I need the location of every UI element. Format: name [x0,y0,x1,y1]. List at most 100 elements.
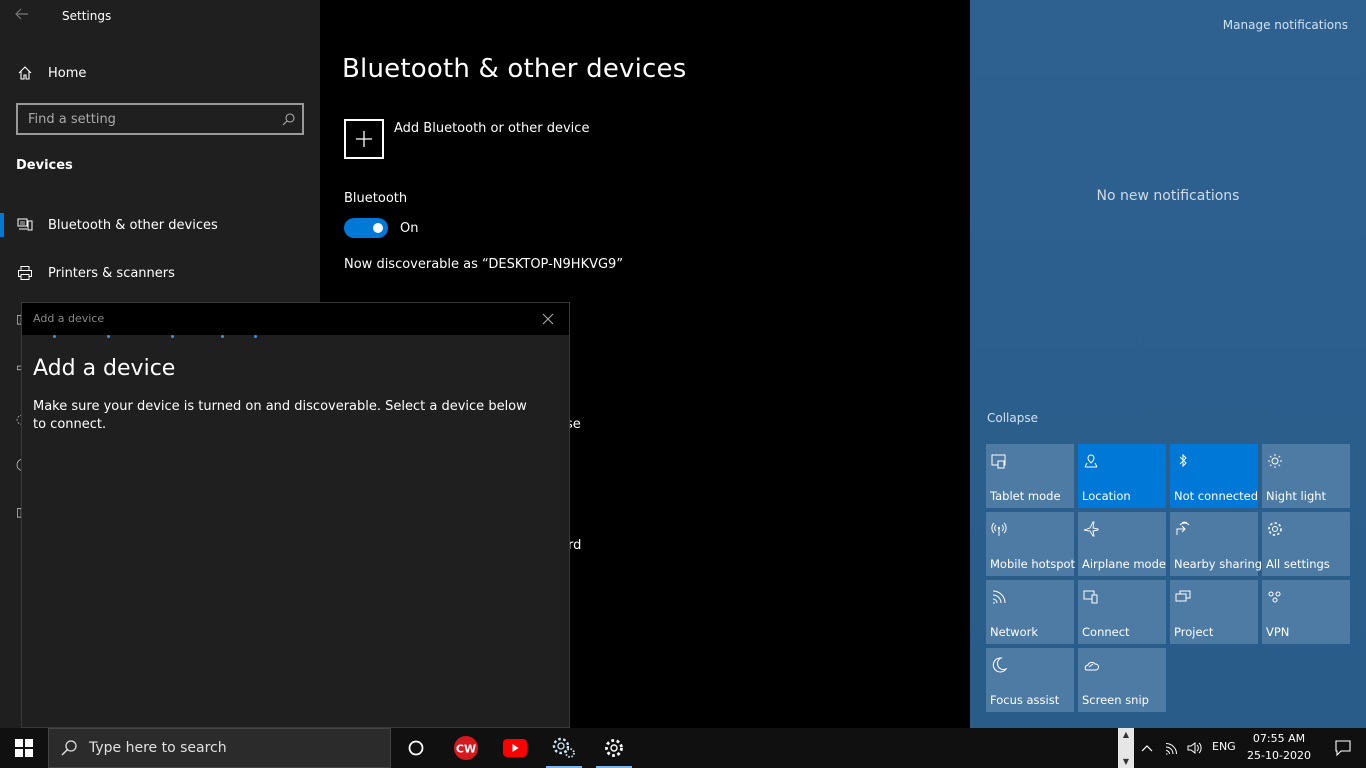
tile-connect[interactable]: Connect [1078,580,1166,644]
chevron-up-icon[interactable]: ▲ [1123,730,1129,739]
bluetooth-icon [1174,452,1192,470]
manage-notifications-link[interactable]: Manage notifications [1223,18,1348,32]
tile-focus-assist[interactable]: Focus assist [986,648,1074,712]
tile-label: Location [1082,489,1131,503]
tile-label: Nearby sharing [1174,557,1263,571]
settings-search-input[interactable] [18,105,276,133]
clock-time[interactable]: 07:55 AM [1244,732,1314,745]
search-icon [49,739,89,757]
discoverable-status: Now discoverable as “DESKTOP-N9HKVG9” [344,257,624,272]
dialog-title: Add a device [33,356,176,381]
tile-tablet-mode[interactable]: Tablet mode [986,444,1074,508]
search-icon[interactable] [276,112,302,126]
tile-label: All settings [1266,557,1330,571]
taskbar: Type here to search CW ▲ ▼ ENG 07:55 AM … [0,728,1366,768]
night-light-icon [1266,452,1284,470]
nearby-sharing-icon [1174,520,1192,538]
network-icon [990,588,1008,606]
airplane-icon [1082,520,1100,538]
clock-date[interactable]: 25-10-2020 [1244,749,1314,762]
notification-icon [1335,740,1351,757]
bluetooth-toggle-state: On [400,221,419,236]
tile-airplane-mode[interactable]: Airplane mode [1078,512,1166,576]
network-tray-icon[interactable] [1162,738,1182,758]
youtube-button[interactable] [491,728,539,768]
windows-logo-icon [15,739,33,757]
page-title: Bluetooth & other devices [342,54,687,84]
section-title: Devices [16,158,73,173]
gears-icon [552,737,575,758]
screen-snip-icon [1082,656,1100,674]
plus-icon [356,131,372,147]
tile-all-settings[interactable]: All settings [1262,512,1350,576]
tile-night-light[interactable]: Night light [1262,444,1350,508]
tile-label: Night light [1266,489,1327,503]
progress-dot [53,335,56,338]
taskbar-search-placeholder: Type here to search [89,740,227,756]
tray-scrollbar[interactable]: ▲ ▼ [1118,728,1134,768]
taskbar-search[interactable]: Type here to search [48,728,391,768]
tile-label: Not connected [1174,489,1259,503]
tile-label: Project [1174,625,1214,639]
tile-project[interactable]: Project [1170,580,1258,644]
tile-label: VPN [1266,625,1290,639]
dialog-description: Make sure your device is turned on and d… [33,399,527,432]
progress-dot [107,335,110,338]
tile-network[interactable]: Network [986,580,1074,644]
vpn-icon [1266,588,1284,606]
project-icon [1174,588,1192,606]
back-arrow-icon[interactable] [14,6,34,26]
nav-printers-scanners[interactable]: Printers & scanners [0,253,320,293]
nav-printers-scanners-label: Printers & scanners [48,265,175,281]
volume-icon[interactable] [1185,738,1205,758]
tile-label: Network [990,625,1039,639]
location-icon [1082,452,1100,470]
toggle-knob [373,223,383,233]
close-icon[interactable] [539,310,557,328]
start-button[interactable] [0,728,48,768]
show-hidden-icons-button[interactable] [1137,738,1157,758]
nav-home[interactable]: Home [0,53,320,93]
printer-icon [16,264,34,282]
nav-bluetooth-devices[interactable]: Bluetooth & other devices [0,205,320,245]
dialog-caption: Add a device [33,312,105,325]
gear-icon [1266,520,1284,538]
settings-alt-button[interactable] [540,728,588,768]
tile-screen-snip[interactable]: Screen snip [1078,648,1166,712]
dialog-title-bar[interactable]: Add a device [22,303,569,335]
language-indicator[interactable]: ENG [1212,740,1236,753]
add-device-label[interactable]: Add Bluetooth or other device [394,121,589,136]
tile-label: Airplane mode [1082,557,1166,571]
chevron-up-icon [1141,745,1153,752]
tile-vpn[interactable]: VPN [1262,580,1350,644]
add-device-button[interactable] [344,119,384,159]
tile-mobile-hotspot[interactable]: Mobile hotspot [986,512,1076,576]
settings-button[interactable] [590,728,638,768]
settings-search[interactable] [16,103,304,135]
add-device-dialog: Add a device Add a device Make sure your… [21,302,570,728]
home-icon [16,64,34,82]
nav-home-label: Home [48,65,87,81]
tile-nearby-sharing[interactable]: Nearby sharing [1170,512,1262,576]
bluetooth-devices-icon [16,216,34,234]
device-name-partial: rd [568,538,582,553]
collapse-link[interactable]: Collapse [987,411,1038,425]
svg-text:CW: CW [456,743,476,756]
chevron-down-icon[interactable]: ▼ [1123,757,1129,766]
tile-location[interactable]: Location [1078,444,1166,508]
tablet-mode-icon [990,452,1008,470]
tile-label: Tablet mode [990,489,1061,503]
selection-indicator [0,213,4,237]
tile-bluetooth[interactable]: Not connected [1170,444,1258,508]
progress-dot [254,335,257,338]
tile-label: Mobile hotspot [990,557,1076,571]
cw-app-button[interactable]: CW [442,728,490,768]
cw-app-icon: CW [454,736,478,760]
bluetooth-toggle[interactable] [344,218,388,238]
cortana-button[interactable] [392,728,440,768]
youtube-icon [503,739,527,757]
action-center-button[interactable] [1320,728,1366,768]
cortana-icon [408,740,424,756]
bluetooth-heading: Bluetooth [344,191,408,206]
app-title: Settings [62,9,112,23]
